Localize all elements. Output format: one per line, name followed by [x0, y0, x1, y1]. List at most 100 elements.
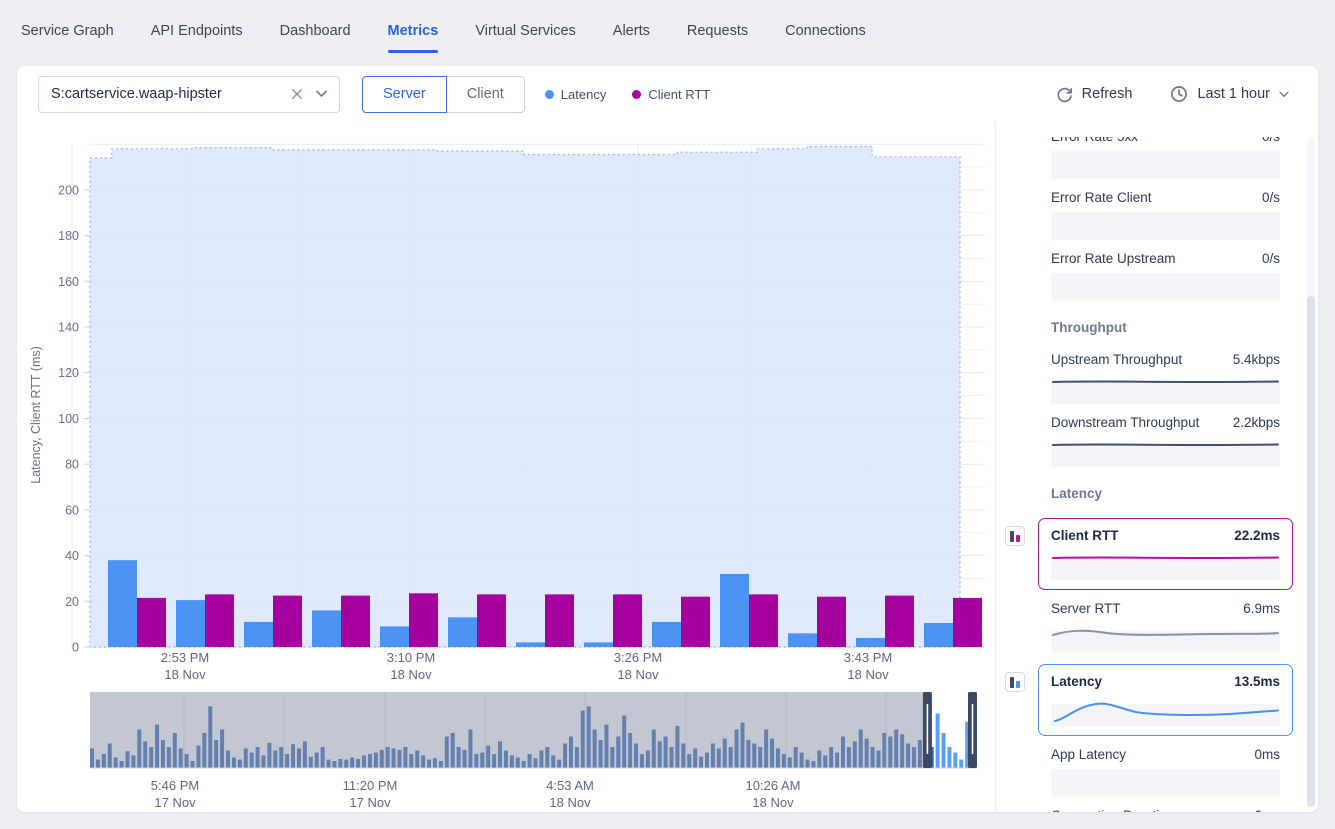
tab-requests[interactable]: Requests [687, 19, 748, 43]
metric-value: 0/s [1262, 251, 1280, 266]
minimap-tick-time: 11:20 PM [343, 778, 398, 793]
x-tick-date: 18 Nov [390, 667, 432, 682]
client-rtt-bar[interactable] [885, 596, 914, 647]
client-rtt-bar[interactable] [409, 593, 438, 647]
latency-bar[interactable] [244, 622, 273, 647]
scrollbar-thumb[interactable] [1307, 296, 1315, 807]
metric-latency[interactable]: Latency13.5ms [1038, 664, 1293, 736]
refresh-icon [1056, 86, 1073, 103]
metric-error-rate-upstream[interactable]: Error Rate Upstream0/s [1051, 251, 1280, 301]
client-rtt-bar[interactable] [545, 594, 574, 647]
metric-label: Error Rate Client [1051, 190, 1152, 205]
metrics-side-panel: Error Rate 5xx0/sError Rate Client0/sErr… [995, 122, 1318, 812]
metric-label: Server RTT [1051, 601, 1121, 616]
latency-bar[interactable] [924, 623, 953, 647]
tab-virtual-services[interactable]: Virtual Services [475, 19, 575, 43]
x-tick-time: 3:26 PM [614, 650, 662, 665]
client-rtt-bar[interactable] [613, 594, 642, 647]
x-tick-date: 18 Nov [847, 667, 889, 682]
legend-dot-icon [632, 90, 641, 99]
latency-bar[interactable] [108, 560, 137, 647]
tab-api-endpoints[interactable]: API Endpoints [151, 19, 243, 43]
tab-metrics[interactable]: Metrics [388, 19, 439, 43]
minimap-tick-date: 17 Nov [154, 795, 196, 810]
section-heading-throughput: Throughput [1051, 320, 1280, 335]
service-selector[interactable]: S:cartservice.waap-hipster [38, 76, 340, 113]
x-tick-date: 18 Nov [164, 667, 206, 682]
sparkline [1051, 550, 1280, 580]
time-range-selector[interactable]: Last 1 hour [1170, 85, 1289, 103]
bar-chart-icon [1005, 672, 1025, 692]
metric-server-rtt[interactable]: Server RTT6.9ms [1051, 601, 1280, 653]
y-tick-label: 80 [65, 458, 79, 472]
client-rtt-bar[interactable] [273, 596, 302, 647]
metric-client-rtt[interactable]: Client RTT22.2ms [1038, 518, 1293, 590]
latency-bar[interactable] [448, 617, 477, 647]
y-tick-label: 120 [58, 366, 79, 380]
refresh-label: Refresh [1082, 86, 1133, 102]
latency-bar[interactable] [584, 642, 613, 647]
y-tick-label: 40 [65, 549, 79, 563]
metric-downstream-throughput[interactable]: Downstream Throughput2.2kbps [1051, 415, 1280, 467]
legend-label: Client RTT [648, 87, 710, 102]
latency-bar[interactable] [720, 574, 749, 647]
minimap-tick-time: 5:46 PM [151, 778, 199, 793]
tab-dashboard[interactable]: Dashboard [280, 19, 351, 43]
latency-bar[interactable] [788, 633, 817, 647]
latency-bar[interactable] [856, 638, 885, 647]
page-tabs: Service Graph API Endpoints Dashboard Metri… [0, 0, 1335, 61]
legend-label: Latency [561, 87, 607, 102]
client-rtt-bar[interactable] [477, 594, 506, 647]
client-rtt-bar[interactable] [205, 594, 234, 647]
sparkline-empty [1051, 151, 1280, 179]
y-tick-label: 60 [65, 503, 79, 517]
tab-alerts[interactable]: Alerts [613, 19, 650, 43]
minimap-tick-date: 18 Nov [752, 795, 794, 810]
clear-icon[interactable] [291, 88, 303, 100]
refresh-button[interactable]: Refresh [1056, 86, 1133, 103]
toggle-server[interactable]: Server [362, 76, 447, 113]
sparkline [1051, 374, 1280, 404]
chevron-down-icon[interactable] [316, 90, 327, 98]
latency-bar[interactable] [652, 622, 681, 647]
latency-bar[interactable] [380, 626, 409, 647]
y-tick-label: 100 [58, 412, 79, 426]
metric-value: 0/s [1262, 137, 1280, 144]
legend-latency[interactable]: Latency [545, 87, 607, 102]
latency-client-rtt-chart[interactable]: 020406080100120140160180200Latency, Clie… [17, 135, 995, 690]
brush-selection-area[interactable] [90, 147, 960, 648]
brush-unselected-overlay[interactable] [90, 692, 923, 768]
tab-service-graph[interactable]: Service Graph [21, 19, 114, 43]
server-client-toggle: ServerClient [362, 76, 525, 113]
time-brush-minimap[interactable]: 5:46 PM17 Nov11:20 PM17 Nov4:53 AM18 Nov… [17, 690, 995, 812]
client-rtt-bar[interactable] [749, 594, 778, 647]
metric-app-latency[interactable]: App Latency 0ms [1051, 747, 1280, 797]
scrollbar[interactable] [1307, 137, 1315, 809]
client-rtt-bar[interactable] [681, 597, 710, 647]
client-rtt-bar[interactable] [341, 596, 370, 647]
client-rtt-bar[interactable] [817, 597, 846, 647]
chart-legend: Latency Client RTT [545, 87, 710, 102]
metric-value: 2.2kbps [1233, 415, 1280, 430]
metric-error-rate-5xx[interactable]: Error Rate 5xx 0/s [1051, 137, 1280, 179]
client-rtt-bar[interactable] [137, 598, 166, 647]
y-tick-label: 20 [65, 595, 79, 609]
latency-bar[interactable] [516, 642, 545, 647]
minimap-tick-time: 4:53 AM [546, 778, 594, 793]
metric-upstream-throughput[interactable]: Upstream Throughput5.4kbps [1051, 352, 1280, 404]
metric-label: App Latency [1051, 747, 1126, 762]
latency-bar[interactable] [312, 610, 341, 647]
legend-client-rtt[interactable]: Client RTT [632, 87, 710, 102]
tab-connections[interactable]: Connections [785, 19, 866, 43]
metric-connection-duration[interactable]: Connection Duration0ms [1051, 808, 1280, 812]
metric-value: 0ms [1254, 747, 1280, 762]
toggle-client[interactable]: Client [447, 76, 525, 113]
metric-label: Error Rate 5xx [1051, 137, 1138, 144]
bar-chart-icon [1005, 526, 1025, 546]
client-rtt-bar[interactable] [953, 598, 982, 647]
y-tick-label: 160 [58, 275, 79, 289]
y-axis-label: Latency, Client RTT (ms) [29, 346, 43, 484]
latency-bar[interactable] [176, 600, 205, 647]
minimap-tick-date: 18 Nov [549, 795, 591, 810]
metric-error-rate-client[interactable]: Error Rate Client0/s [1051, 190, 1280, 240]
